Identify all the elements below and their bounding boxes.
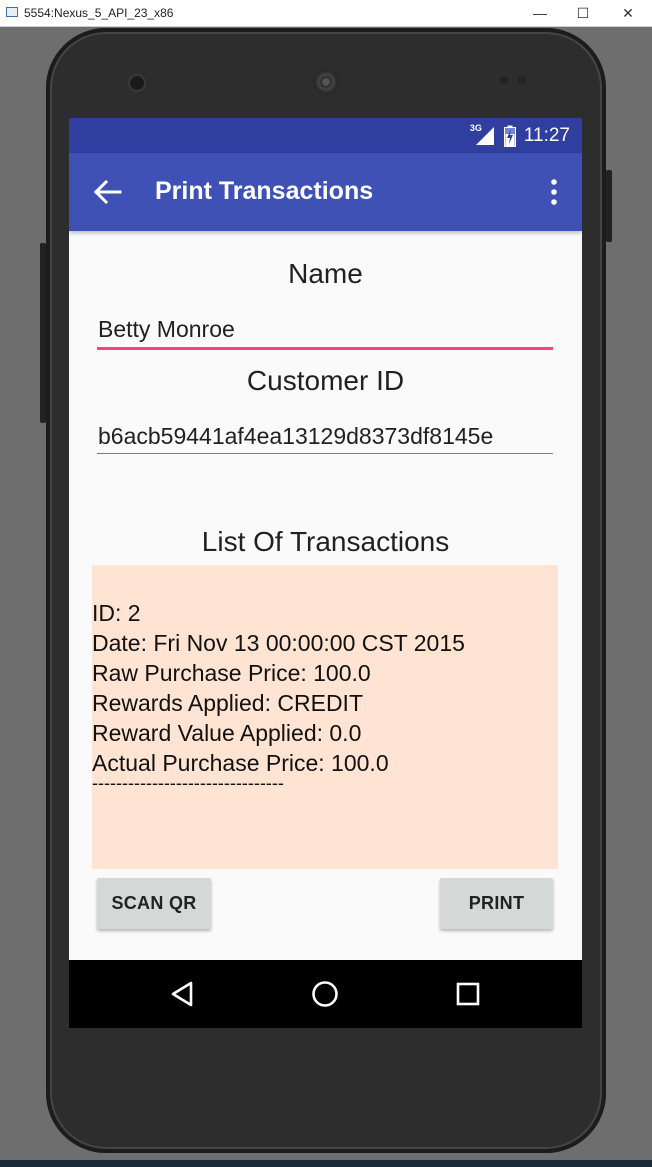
transaction-line: Raw Purchase Price: 100.0	[92, 660, 371, 686]
transaction-line: ID: 2	[92, 600, 141, 626]
name-input[interactable]	[97, 311, 553, 347]
front-camera	[130, 76, 144, 90]
maximize-button[interactable]: ☐	[563, 3, 603, 23]
transactions-list[interactable]: ID: 2 Date: Fri Nov 13 00:00:00 CST 2015…	[92, 565, 558, 869]
more-vert-icon[interactable]	[550, 179, 558, 205]
back-triangle-icon[interactable]	[169, 980, 197, 1008]
home-circle-icon[interactable]	[311, 980, 339, 1008]
transaction-line: Reward Value Applied: 0.0	[92, 720, 362, 746]
window-title: 5554:Nexus_5_API_23_x86	[24, 6, 174, 20]
customer-id-input[interactable]	[97, 418, 553, 454]
emulator-app-icon	[6, 7, 18, 17]
network-type-label: 3G	[469, 123, 482, 133]
volume-button	[40, 243, 46, 423]
battery-icon	[503, 125, 516, 147]
status-bar: 3G 11:27	[69, 118, 582, 153]
main-content: Name Customer ID List Of Transactions ID…	[69, 231, 582, 960]
device-screen: 3G 11:27 Print Transactions Name Betty M…	[69, 118, 582, 1028]
system-navigation-bar	[69, 960, 582, 1028]
print-button[interactable]: PRINT	[440, 878, 553, 929]
transactions-heading: List Of Transactions	[201, 526, 450, 557]
minimize-button[interactable]: —	[520, 3, 560, 23]
light-sensor	[518, 76, 526, 84]
emulator-window-titlebar: 5554:Nexus_5_API_23_x86 — ☐ ✕	[0, 0, 652, 27]
power-button	[606, 170, 612, 242]
customer-id-label: Customer ID	[246, 365, 405, 396]
close-window-button[interactable]: ✕	[608, 3, 648, 23]
host-taskbar-edge	[0, 1160, 652, 1167]
proximity-sensor	[500, 76, 508, 84]
app-toolbar: Print Transactions	[69, 153, 582, 231]
customer-id-underline	[97, 453, 553, 454]
toolbar-title: Print Transactions	[155, 177, 374, 205]
scan-qr-button[interactable]: SCAN QR	[97, 878, 211, 929]
status-time: 11:27	[523, 125, 570, 146]
recents-square-icon[interactable]	[454, 980, 482, 1008]
earpiece-speaker	[313, 69, 339, 95]
transaction-line: Rewards Applied: CREDIT	[92, 690, 363, 716]
arrow-back-icon[interactable]	[93, 179, 123, 205]
signal-3g-icon: 3G	[469, 123, 496, 147]
name-input-underline-focused	[97, 347, 553, 350]
transaction-line: Date: Fri Nov 13 00:00:00 CST 2015	[92, 630, 465, 656]
name-label: Name	[288, 258, 363, 289]
transaction-separator: --------------------------------	[92, 773, 284, 793]
